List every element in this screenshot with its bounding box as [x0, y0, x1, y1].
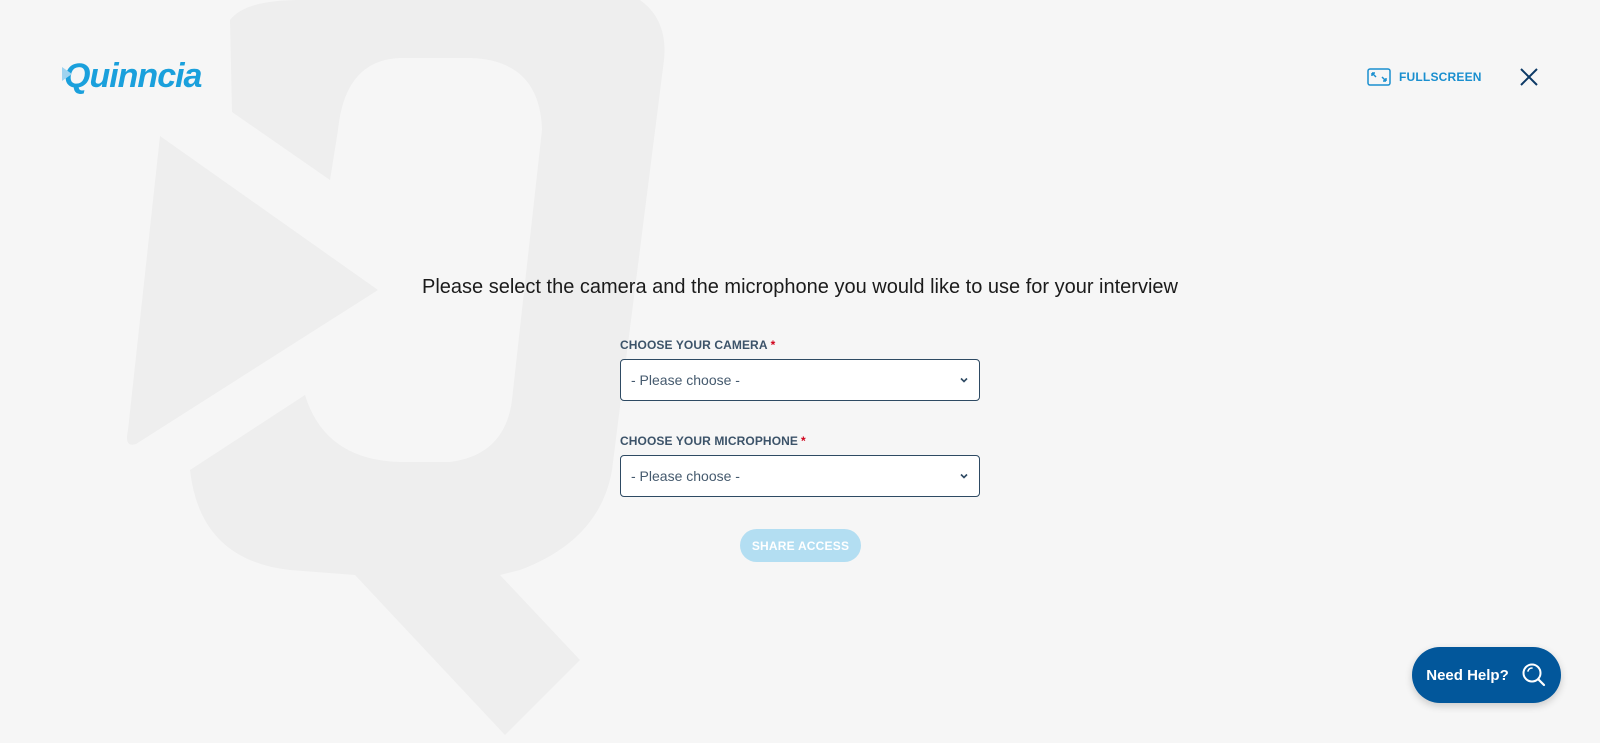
- camera-field: CHOOSE YOUR CAMERA * - Please choose -: [620, 337, 980, 401]
- quinncia-logo: Quinncia: [62, 54, 202, 98]
- share-access-button[interactable]: SHARE ACCESS: [740, 529, 861, 562]
- fullscreen-icon: [1367, 68, 1391, 86]
- microphone-select[interactable]: - Please choose -: [620, 455, 980, 497]
- fullscreen-label: FULLSCREEN: [1399, 70, 1482, 84]
- microphone-label: CHOOSE YOUR MICROPHONE *: [620, 434, 806, 448]
- chevron-down-icon: [960, 377, 968, 383]
- need-help-button[interactable]: Need Help?: [1412, 647, 1561, 703]
- microphone-field: CHOOSE YOUR MICROPHONE * - Please choose …: [620, 433, 980, 497]
- required-mark: *: [770, 338, 776, 352]
- fullscreen-button[interactable]: FULLSCREEN: [1367, 66, 1482, 88]
- logo-play-icon: [62, 67, 72, 81]
- microphone-select-value: - Please choose -: [631, 468, 740, 484]
- close-icon[interactable]: [1518, 66, 1540, 88]
- camera-select-value: - Please choose -: [631, 372, 740, 388]
- chevron-down-icon: [960, 473, 968, 479]
- logo-text: Quinncia: [64, 56, 202, 95]
- camera-select[interactable]: - Please choose -: [620, 359, 980, 401]
- search-icon: [1522, 663, 1545, 687]
- page-title: Please select the camera and the microph…: [422, 276, 1178, 298]
- device-form: CHOOSE YOUR CAMERA * - Please choose - CH…: [620, 337, 980, 529]
- camera-label: CHOOSE YOUR CAMERA *: [620, 338, 776, 352]
- need-help-label: Need Help?: [1426, 666, 1509, 684]
- required-mark: *: [801, 434, 806, 448]
